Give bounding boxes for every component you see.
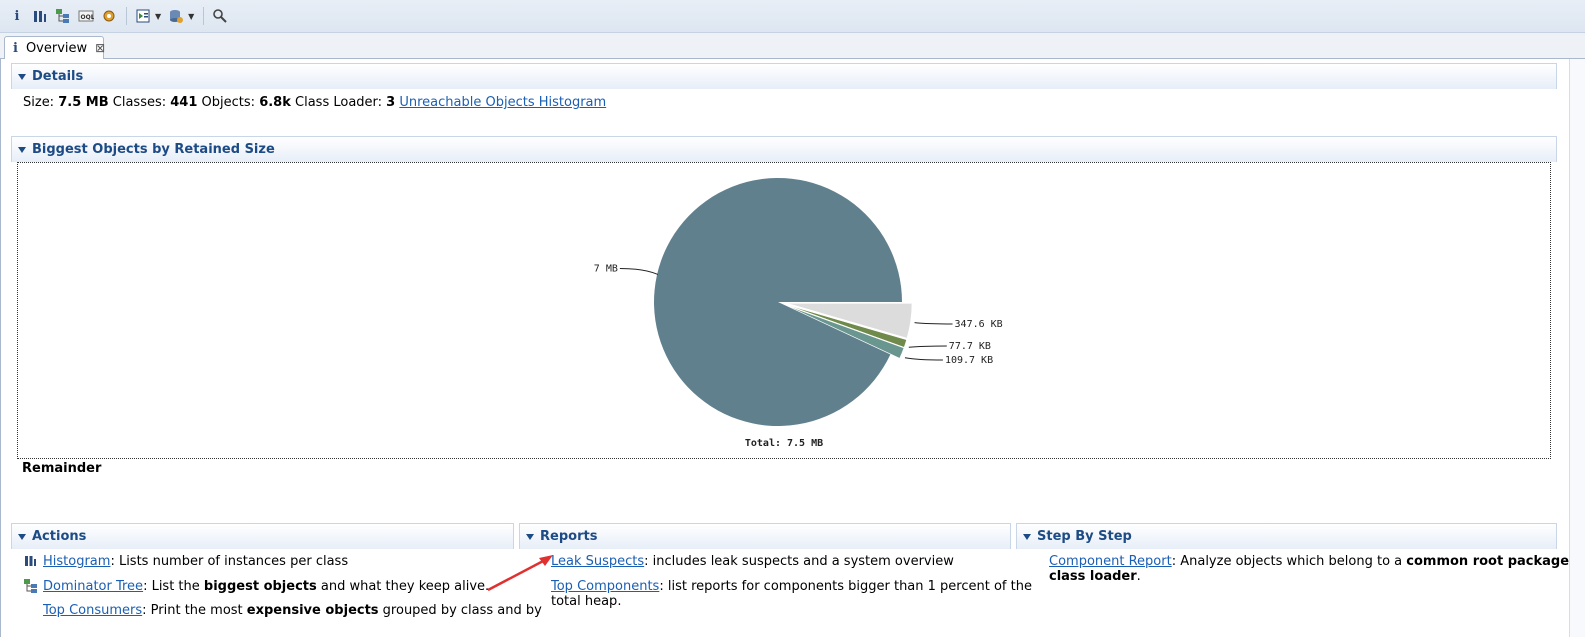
component-report-bold-1: common root package (1406, 554, 1570, 569)
pie-slice[interactable] (654, 178, 902, 426)
toolbar-separator (203, 7, 205, 25)
details-title: Details (32, 69, 84, 84)
dominator-desc-post: and what they keep alive. (316, 579, 490, 594)
pie-slice-label: 7 MB (594, 263, 618, 274)
reports-title: Reports (540, 529, 598, 544)
report-leak-suspects: Leak Suspects: includes leak suspects an… (551, 554, 954, 569)
dominator-tree-link[interactable]: Dominator Tree (43, 579, 143, 594)
run-report-icon[interactable] (132, 5, 154, 27)
toolbar: i OQL ▼ ▼ (0, 0, 1585, 33)
collapse-triangle-icon[interactable] (526, 533, 534, 540)
top-components-desc: : list reports for components bigger tha… (659, 579, 1032, 594)
component-report-desc-post: . (1136, 569, 1141, 584)
actions-section-header[interactable]: Actions (11, 523, 514, 549)
unreachable-objects-histogram-link[interactable]: Unreachable Objects Histogram (399, 95, 606, 110)
dominator-tree-icon (24, 579, 38, 593)
overview-page: Details Size: 7.5 MB Classes: 441 Object… (0, 59, 1585, 637)
classes-value: 441 (170, 95, 198, 110)
action-dominator-tree: Dominator Tree: List the biggest objects… (24, 579, 489, 594)
size-value: 7.5 MB (58, 95, 109, 110)
biggest-objects-title: Biggest Objects by Retained Size (32, 142, 275, 157)
classes-label: Classes: (112, 95, 167, 110)
collapse-triangle-icon[interactable] (18, 533, 26, 540)
component-report-bold-2: class loader (1049, 569, 1137, 584)
oql-icon[interactable]: OQL (75, 5, 97, 27)
svg-text:OQL: OQL (81, 14, 95, 21)
histogram-link[interactable]: Histogram (43, 554, 110, 569)
query-browser-dropdown-icon[interactable]: ▼ (188, 12, 194, 21)
action-top-consumers: Top Consumers: Print the most expensive … (24, 603, 542, 618)
classloader-label: Class Loader: (295, 95, 383, 110)
step-by-step-title: Step By Step (1037, 529, 1132, 544)
pie-leader-line (908, 345, 947, 348)
size-label: Size: (23, 95, 55, 110)
pie-chart-box: 347.6 KB 77.7 KB 109.7 KB 7 MB Total: 7.5 M… (17, 162, 1551, 459)
pie-leader-line (619, 267, 659, 275)
actions-title: Actions (32, 529, 87, 544)
collapse-triangle-icon[interactable] (18, 146, 26, 153)
pie-slice-label: 109.7 KB (945, 355, 993, 366)
top-consumers-link[interactable]: Top Consumers (43, 603, 142, 618)
leak-suspects-desc: : includes leak suspects and a system ov… (644, 554, 954, 569)
thread-overview-icon[interactable] (98, 5, 120, 27)
collapse-triangle-icon[interactable] (18, 73, 26, 80)
histogram-icon[interactable] (29, 5, 51, 27)
info-icon: i (13, 40, 18, 56)
step-by-step-section-header[interactable]: Step By Step (1016, 523, 1557, 549)
remainder-label: Remainder (22, 461, 102, 476)
classloader-value: 3 (386, 95, 396, 110)
histogram-icon (24, 554, 38, 568)
annotation-arrow-icon (487, 555, 553, 592)
report-top-components: Top Components: list reports for compone… (551, 579, 1032, 609)
top-components-link[interactable]: Top Components (551, 579, 659, 594)
tab-label: Overview (25, 40, 88, 56)
objects-label: Objects: (201, 95, 256, 110)
leak-suspects-link[interactable]: Leak Suspects (551, 554, 644, 569)
step-component-report: Component Report: Analyze objects which … (1049, 554, 1585, 584)
histogram-desc: : Lists number of instances per class (110, 554, 349, 569)
tab-overview[interactable]: i Overview ⊠ (4, 36, 105, 59)
action-histogram: Histogram: Lists number of instances per… (24, 554, 348, 569)
pie-total-label: Total: 7.5 MB (745, 438, 823, 449)
pie-chart[interactable]: 347.6 KB 77.7 KB 109.7 KB 7 MB Total: 7.5 M… (18, 163, 1550, 458)
dominator-tree-icon[interactable] (52, 5, 74, 27)
pie-slice-label: 77.7 KB (949, 341, 991, 352)
component-report-link[interactable]: Component Report (1049, 554, 1172, 569)
vertical-scrollbar[interactable] (1569, 59, 1585, 637)
details-section-header[interactable]: Details (11, 63, 1557, 89)
pie-slice-label: 347.6 KB (955, 319, 1003, 330)
editor-tabbar: i Overview ⊠ (0, 33, 1585, 59)
toolbar-separator (126, 7, 127, 25)
collapse-triangle-icon[interactable] (1023, 533, 1031, 540)
details-line: Size: 7.5 MB Classes: 441 Objects: 6.8k … (23, 95, 606, 110)
top-consumers-icon (24, 603, 38, 617)
run-report-dropdown-icon[interactable]: ▼ (155, 12, 161, 21)
top-components-desc-2: total heap. (551, 594, 622, 609)
info-icon[interactable]: i (6, 5, 28, 27)
component-report-desc-pre: : Analyze objects which belong to a (1171, 554, 1407, 569)
pie-leader-line (914, 322, 953, 325)
dominator-desc-bold: biggest objects (203, 579, 317, 594)
pie-leader-line (904, 357, 943, 361)
reports-section-header[interactable]: Reports (519, 523, 1011, 549)
query-browser-icon[interactable] (165, 5, 187, 27)
top-consumers-desc-post: grouped by class and by (378, 603, 542, 618)
dominator-desc-pre: : List the (143, 579, 204, 594)
biggest-objects-section-header[interactable]: Biggest Objects by Retained Size (11, 136, 1557, 162)
top-consumers-desc-bold: expensive objects (246, 603, 379, 618)
close-icon[interactable]: ⊠ (95, 41, 105, 55)
search-icon[interactable] (209, 5, 231, 27)
top-consumers-desc-pre: : Print the most (142, 603, 247, 618)
objects-value: 6.8k (259, 95, 291, 110)
